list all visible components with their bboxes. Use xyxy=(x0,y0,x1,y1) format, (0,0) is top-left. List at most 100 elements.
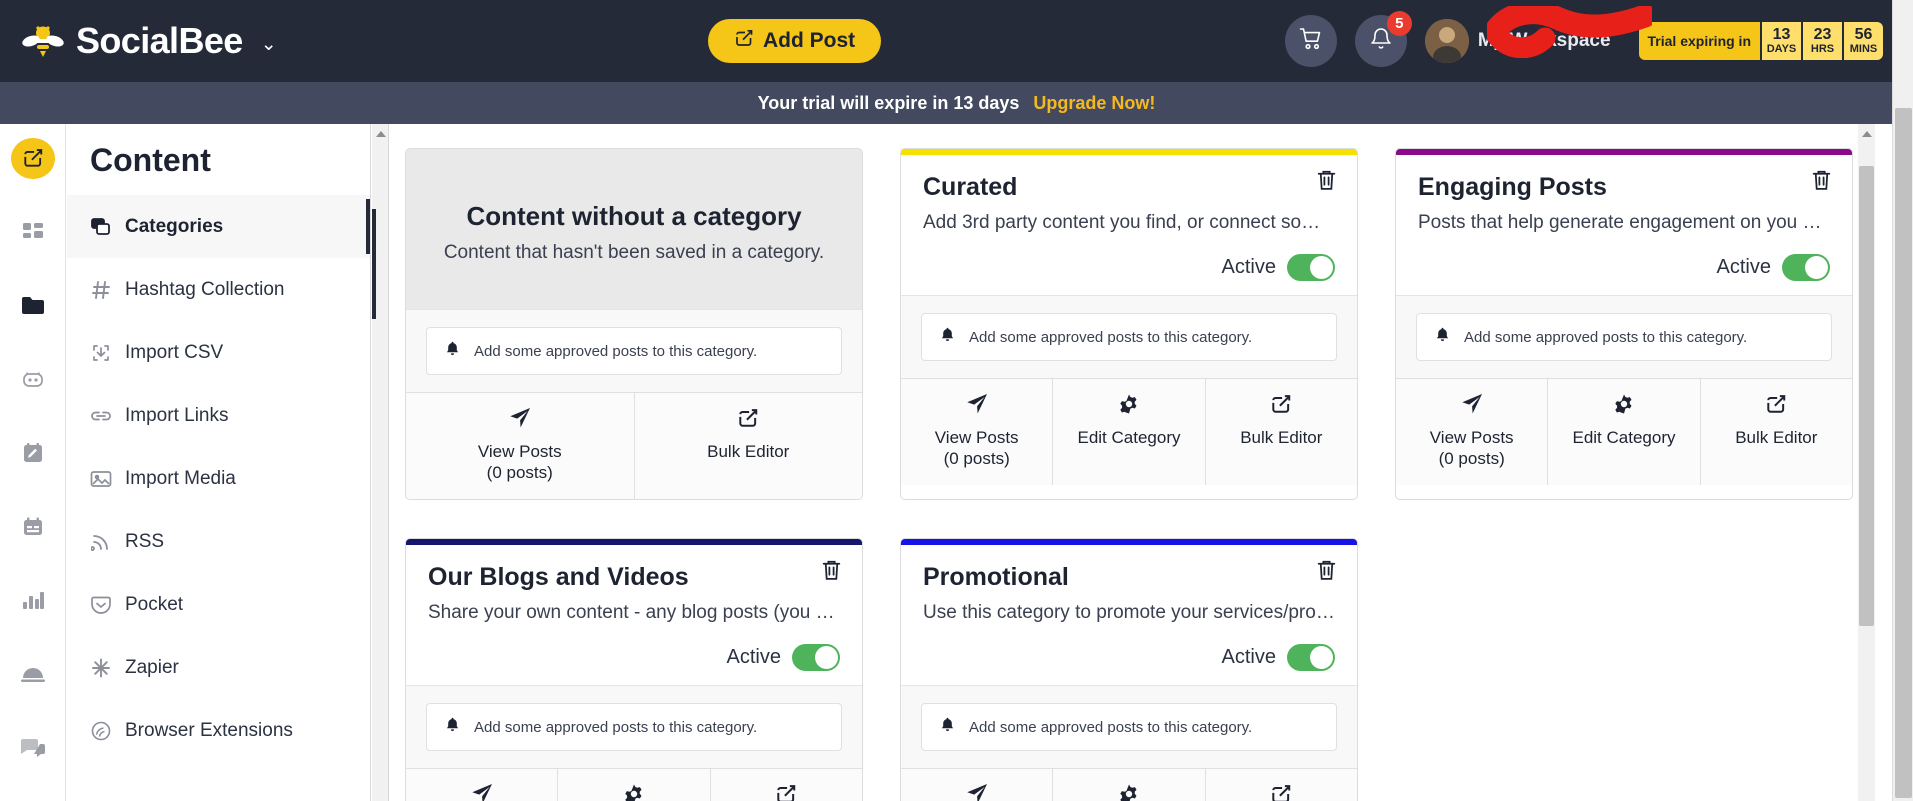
cart-button[interactable] xyxy=(1285,15,1337,67)
header-right-group: 5 My Workspace Trial expiring in 13 DAYS… xyxy=(1285,0,1913,82)
card-actions: View Posts (0 posts) Edit Category xyxy=(901,768,1357,801)
edit-category-button[interactable]: Edit Category xyxy=(1053,769,1205,801)
brand-name: SocialBee xyxy=(76,20,243,62)
main-scroll-thumb[interactable] xyxy=(1859,166,1874,626)
sidebar-item-pocket[interactable]: Pocket xyxy=(67,573,370,636)
card-notice-area: Add some approved posts to this category… xyxy=(901,685,1357,768)
upgrade-now-link[interactable]: Upgrade Now! xyxy=(1033,93,1155,114)
rail-item-compose[interactable] xyxy=(11,138,55,179)
scroll-up-arrow-icon[interactable] xyxy=(376,131,386,137)
delete-category-button[interactable] xyxy=(1811,169,1832,196)
trial-banner: Your trial will expire in 13 days Upgrad… xyxy=(0,82,1913,124)
edit-category-button[interactable]: Edit Category xyxy=(1548,379,1700,485)
scroll-up-arrow-icon[interactable] xyxy=(1862,131,1872,137)
card-notice-area: Add some approved posts to this category… xyxy=(406,685,862,768)
sidebar-scrollbar[interactable] xyxy=(372,124,389,801)
sidebar-item-categories[interactable]: Categories xyxy=(67,195,370,258)
rail-item-analytics[interactable] xyxy=(11,580,55,621)
edit-category-button[interactable]: Edit Category xyxy=(558,769,710,801)
bell-icon xyxy=(940,717,955,737)
card-description: Posts that help generate engagement on y… xyxy=(1418,212,1830,234)
bulk-editor-button[interactable]: Bulk Editor xyxy=(1701,379,1852,485)
view-posts-button[interactable]: View Posts (0 posts) xyxy=(901,379,1053,485)
sidebar-item-label: Categories xyxy=(125,216,223,238)
image-icon xyxy=(90,470,112,488)
bulk-edit-icon xyxy=(1210,783,1353,801)
trial-days-value: 13 xyxy=(1773,27,1791,44)
sidebar-item-zapier[interactable]: Zapier xyxy=(67,636,370,699)
action-sublabel: (0 posts) xyxy=(1439,449,1505,468)
category-card-grid: Content without a category Content that … xyxy=(390,124,1875,801)
toggle-label: Active xyxy=(1222,256,1276,279)
delete-category-button[interactable] xyxy=(1316,559,1337,586)
rail-item-dashboard[interactable] xyxy=(11,212,55,253)
browser-scroll-thumb[interactable] xyxy=(1895,108,1912,798)
trial-minutes-label: MINS xyxy=(1850,44,1878,56)
sidebar-item-label: Zapier xyxy=(125,657,179,679)
gear-icon xyxy=(1552,393,1695,420)
avatar xyxy=(1425,19,1469,63)
sidebar-item-rss[interactable]: RSS xyxy=(67,510,370,573)
active-toggle[interactable] xyxy=(1287,644,1335,671)
rail-item-ai-assistant[interactable] xyxy=(11,359,55,400)
card-header: Engaging Posts Posts that help generate … xyxy=(1396,155,1852,295)
bulk-editor-button[interactable]: Bulk Editor xyxy=(711,769,862,801)
sidebar-item-label: Import CSV xyxy=(125,342,223,364)
bulk-edit-icon xyxy=(1705,393,1848,420)
sidebar-item-browser-extensions[interactable]: Browser Extensions xyxy=(67,699,370,762)
brand-dropdown-caret[interactable]: ⌄ xyxy=(261,33,277,56)
workspace-switcher[interactable]: My Workspace xyxy=(1425,19,1611,63)
rail-item-engage[interactable] xyxy=(11,727,55,768)
send-icon xyxy=(905,393,1048,420)
active-toggle[interactable] xyxy=(1287,254,1335,281)
toggle-knob xyxy=(1805,256,1828,279)
bulk-editor-button[interactable]: Bulk Editor xyxy=(635,393,863,499)
sidebar-item-import-links[interactable]: Import Links xyxy=(67,384,370,447)
brand-logo[interactable]: SocialBee ⌄ xyxy=(22,20,277,62)
delete-category-button[interactable] xyxy=(1316,169,1337,196)
notice-text: Add some approved posts to this category… xyxy=(474,343,757,360)
rail-item-schedule[interactable] xyxy=(11,506,55,547)
active-toggle-row: Active xyxy=(923,644,1335,671)
action-label: Edit Category xyxy=(1572,428,1675,447)
active-toggle[interactable] xyxy=(792,644,840,671)
add-post-button[interactable]: Add Post xyxy=(708,19,881,63)
browser-scrollbar[interactable] xyxy=(1892,0,1913,801)
bulk-editor-button[interactable]: Bulk Editor xyxy=(1206,379,1357,485)
card-actions: View Posts (0 posts) Edit Category xyxy=(901,378,1357,485)
sidebar-item-label: Import Links xyxy=(125,405,228,427)
sidebar-item-import-csv[interactable]: Import CSV xyxy=(67,321,370,384)
view-posts-button[interactable]: View Posts (0 posts) xyxy=(901,769,1053,801)
sidebar-item-hashtag-collection[interactable]: Hashtag Collection xyxy=(67,258,370,321)
toggle-label: Active xyxy=(1717,256,1771,279)
action-sublabel: (0 posts) xyxy=(944,449,1010,468)
view-posts-button[interactable]: View Posts (0 posts) xyxy=(406,393,635,499)
rail-item-concierge[interactable] xyxy=(11,654,55,695)
trial-hours: 23 HRS xyxy=(1801,22,1842,60)
top-header: SocialBee ⌄ Add Post xyxy=(0,0,1913,82)
view-posts-button[interactable]: View Posts (0 posts) xyxy=(1396,379,1548,485)
sidebar-scroll-thumb[interactable] xyxy=(372,209,376,319)
main-scrollbar[interactable] xyxy=(1858,124,1875,801)
trial-expiring-badge[interactable]: Trial expiring in 13 DAYS 23 HRS 56 MINS xyxy=(1639,22,1883,60)
active-toggle[interactable] xyxy=(1782,254,1830,281)
bell-icon xyxy=(940,327,955,347)
active-toggle-row: Active xyxy=(1418,254,1830,281)
category-card-uncategorized: Content without a category Content that … xyxy=(405,148,863,500)
sidebar-item-import-media[interactable]: Import Media xyxy=(67,447,370,510)
edit-category-button[interactable]: Edit Category xyxy=(1053,379,1205,485)
toggle-label: Active xyxy=(727,646,781,669)
bulk-editor-button[interactable]: Bulk Editor xyxy=(1206,769,1357,801)
bell-icon xyxy=(445,341,460,361)
rail-item-post-calendar[interactable] xyxy=(11,433,55,474)
action-label: Bulk Editor xyxy=(1735,428,1817,447)
notifications-button[interactable]: 5 xyxy=(1355,15,1407,67)
send-icon xyxy=(905,783,1048,801)
card-title: Promotional xyxy=(923,563,1335,592)
view-posts-button[interactable]: View Posts (0 posts) xyxy=(406,769,558,801)
card-header: Curated Add 3rd party content you find, … xyxy=(901,155,1357,295)
delete-category-button[interactable] xyxy=(821,559,842,586)
notice-box: Add some approved posts to this category… xyxy=(426,327,842,375)
rail-item-content-folder[interactable] xyxy=(11,285,55,326)
bell-icon xyxy=(1435,327,1450,347)
